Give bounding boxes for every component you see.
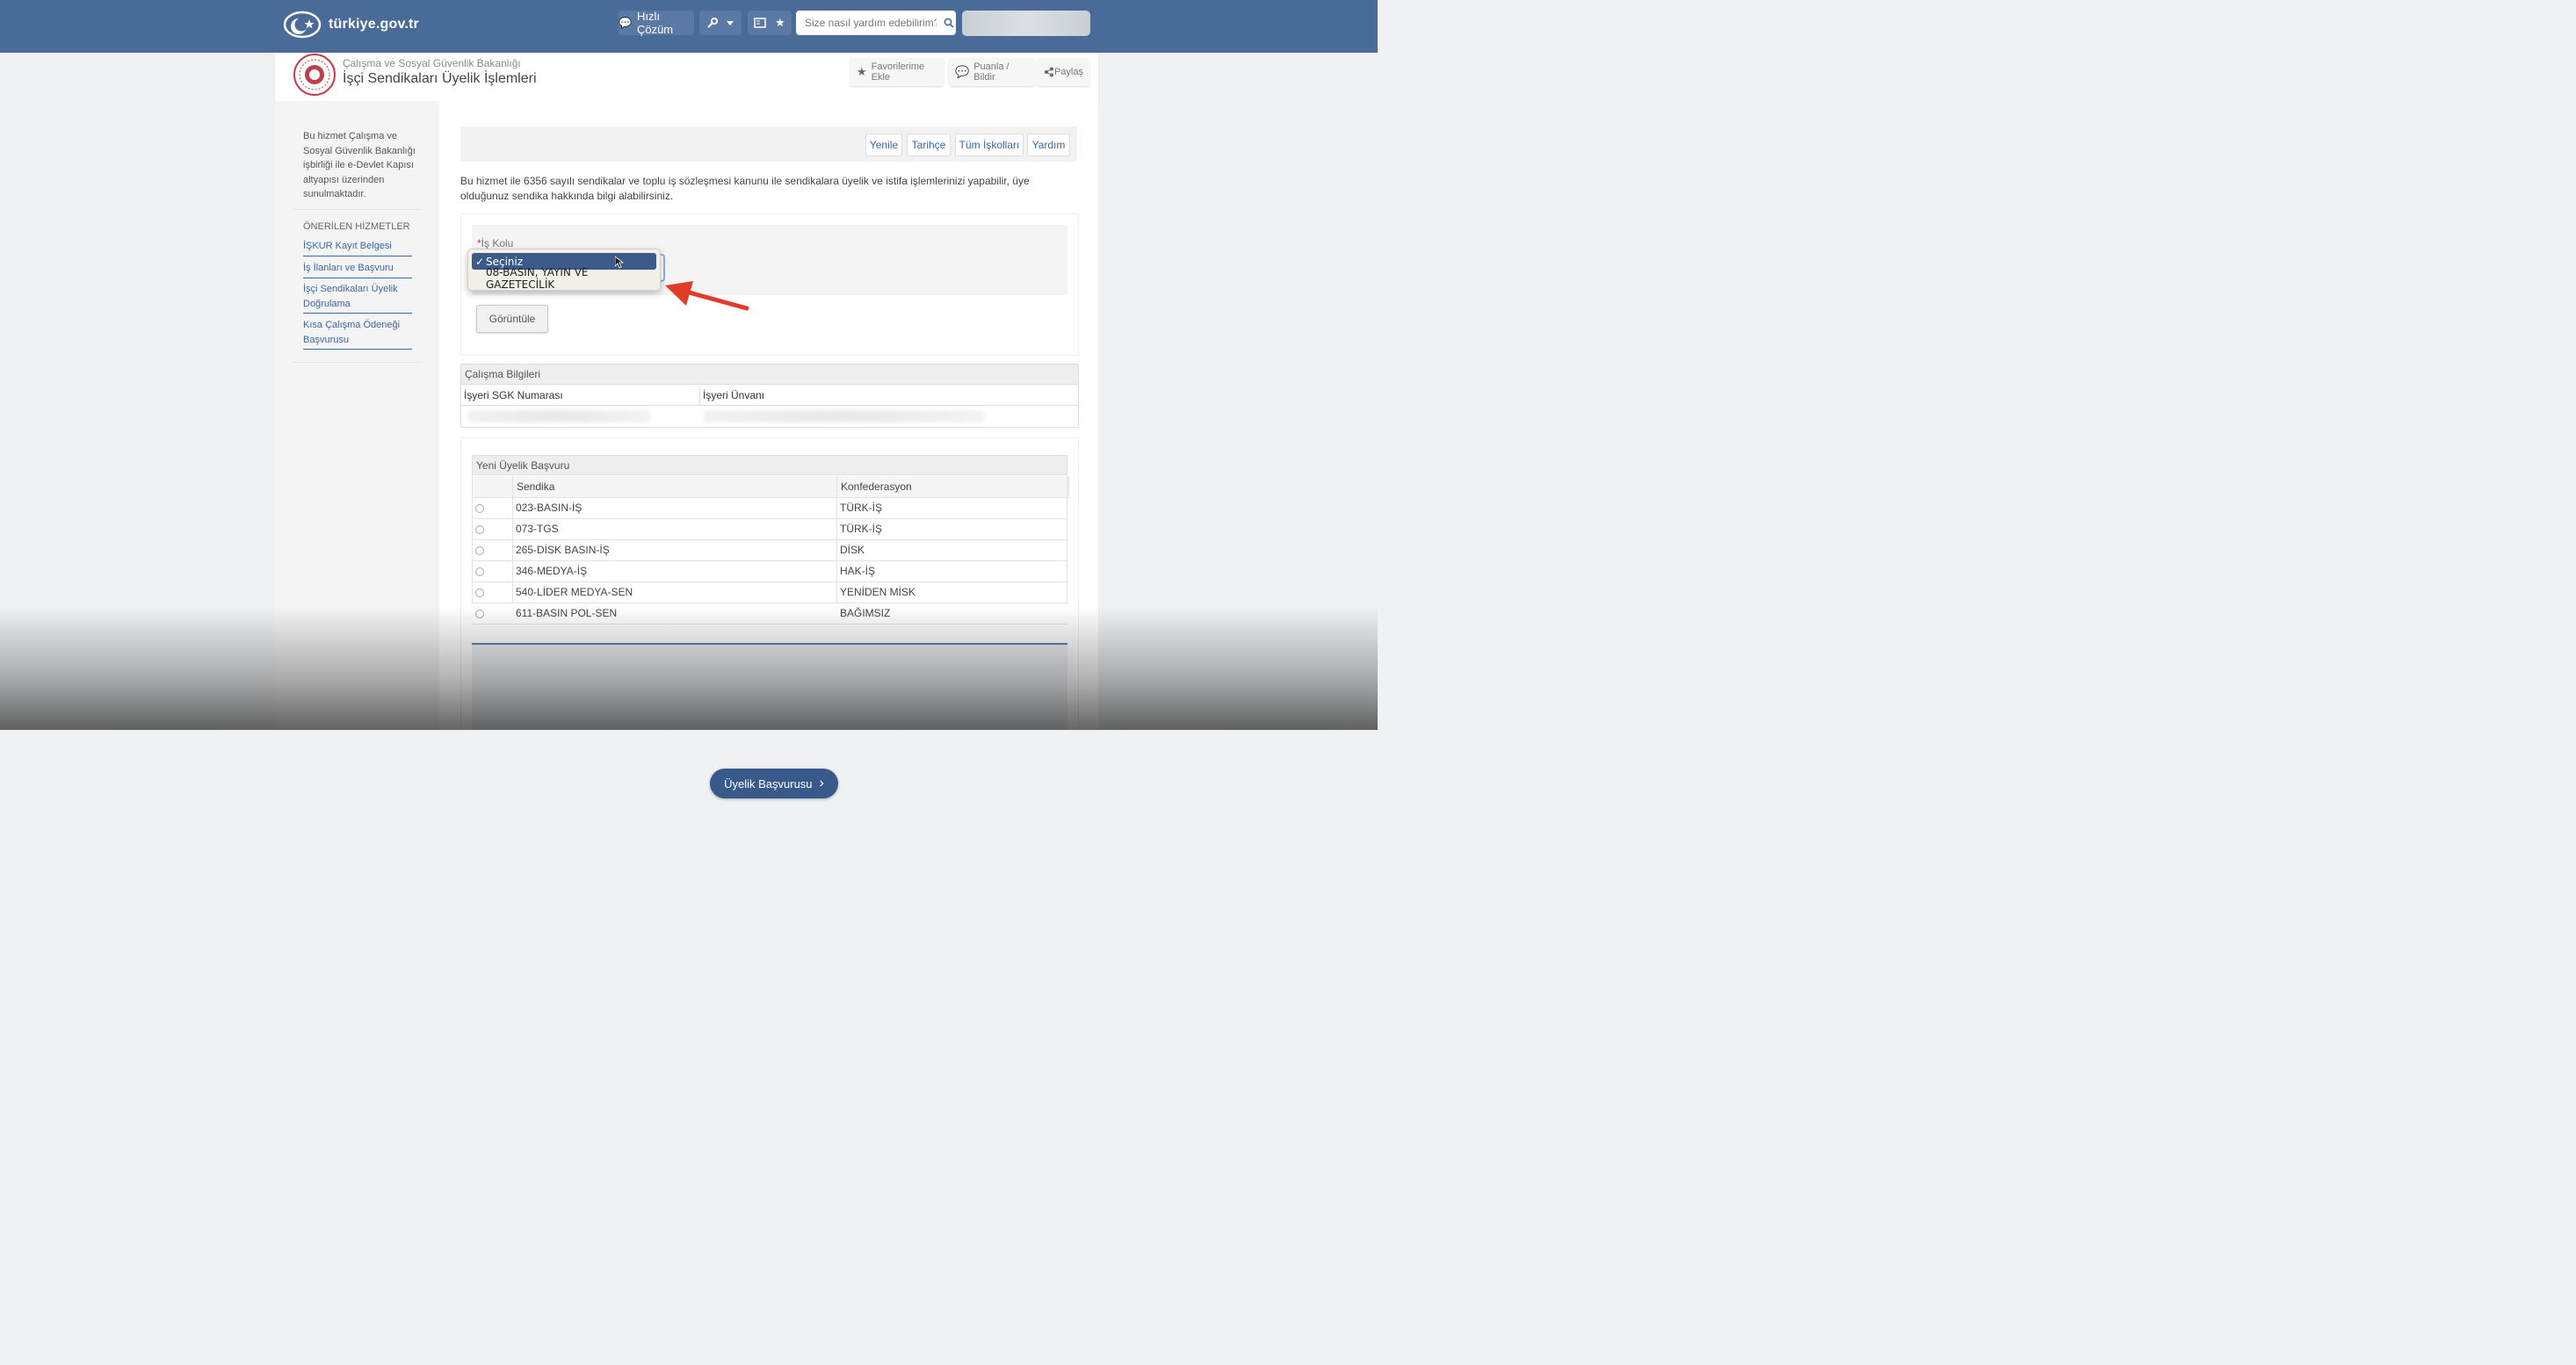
confederation-cell: TÜRK-İŞ bbox=[840, 502, 882, 514]
tools-dropdown-button[interactable] bbox=[699, 11, 742, 35]
sector-dropdown-list: ✓ Seçiniz 08-BASIN, YAYIN VE GAZETECİLİK bbox=[467, 249, 661, 291]
confederation-cell: TÜRK-İŞ bbox=[840, 523, 882, 535]
sidebar-link-job-listings[interactable]: İş İlanları ve Başvuru bbox=[303, 261, 412, 278]
table-row[interactable]: 265-DİSK BASIN-İŞ DİSK bbox=[472, 539, 1067, 561]
divider bbox=[293, 362, 422, 363]
confederation-cell: DİSK bbox=[840, 544, 865, 556]
ministry-seal-icon bbox=[293, 54, 336, 96]
accessibility-favorites-group: ★ bbox=[748, 11, 792, 35]
union-radio-button[interactable] bbox=[475, 504, 484, 513]
add-favorites-button[interactable]: ★ Favorilerime Ekle bbox=[850, 58, 944, 86]
search-input[interactable] bbox=[803, 16, 938, 30]
option-basin-yayin[interactable]: 08-BASIN, YAYIN VE GAZETECİLİK bbox=[472, 266, 656, 291]
service-header: Çalışma ve Sosyal Güvenlik Bakanlığı İşç… bbox=[275, 53, 1098, 101]
union-radio-button[interactable] bbox=[475, 546, 484, 555]
refresh-button[interactable]: Yenile bbox=[865, 134, 902, 156]
table-row[interactable]: 611-BASIN POL-SEN BAĞIMSIZ bbox=[472, 603, 1067, 625]
page-title: İşçi Sendikaları Üyelik İşlemleri bbox=[343, 71, 537, 86]
sector-label-text: İş Kolu bbox=[481, 237, 514, 249]
logo-crescent-icon bbox=[283, 11, 322, 39]
sidebar-link-short-work-allowance[interactable]: Kısa Çalışma Ödeneği Başvurusu bbox=[303, 318, 412, 350]
sidebar-link-union-verification[interactable]: İşçi Sendikaları Üyelik Doğrulama bbox=[303, 282, 412, 314]
blurred-sgk-number bbox=[467, 410, 651, 422]
recommended-services-title: ÖNERİLEN HİZMETLER bbox=[303, 221, 410, 232]
table-row[interactable]: 346-MEDYA-İŞ HAK-İŞ bbox=[472, 560, 1067, 582]
user-account-button[interactable] bbox=[962, 11, 1090, 36]
table-border bbox=[472, 476, 473, 603]
sidebar-link-iskur[interactable]: İŞKUR Kayıt Belgesi bbox=[303, 239, 412, 256]
table-row[interactable]: 540-LİDER MEDYA-SEN YENİDEN MİSK bbox=[472, 581, 1067, 603]
union-name-cell: 346-MEDYA-İŞ bbox=[516, 565, 588, 577]
confederation-column-header: Konfederasyon bbox=[841, 480, 912, 493]
table-border bbox=[512, 476, 513, 603]
sgk-number-header: İşyeri SGK Numarası bbox=[461, 386, 700, 406]
red-arrow-annotation-icon bbox=[665, 281, 749, 311]
new-membership-panel: Yeni Üyelik Başvuru Sendika Konfederasyo… bbox=[460, 437, 1079, 798]
share-icon bbox=[1044, 67, 1053, 77]
rate-report-button[interactable]: 💬 Puanla / Bildir bbox=[949, 58, 1035, 86]
union-radio-button[interactable] bbox=[475, 610, 484, 618]
logo-text: türkiye.gov.tr bbox=[329, 17, 419, 32]
table-row[interactable]: 023-BASIN-İŞ TÜRK-İŞ bbox=[472, 497, 1067, 519]
chevron-right-icon: › bbox=[819, 776, 824, 791]
union-name-cell: 023-BASIN-İŞ bbox=[516, 502, 582, 514]
intro-text: Bu hizmet ile 6356 sayılı sendikalar ve … bbox=[460, 175, 1030, 202]
quick-solution-label: Hızlı Çözüm bbox=[636, 10, 674, 36]
apply-membership-label: Üyelik Başvurusu bbox=[724, 776, 813, 791]
confederation-cell: YENİDEN MİSK bbox=[840, 586, 916, 598]
union-name-cell: 540-LİDER MEDYA-SEN bbox=[516, 586, 633, 598]
confederation-cell: BAĞIMSIZ bbox=[840, 607, 891, 619]
key-icon bbox=[707, 18, 718, 28]
rate-report-label: Puanla / Bildir bbox=[973, 61, 1009, 83]
sector-field-label: *İş Kolu bbox=[477, 237, 513, 249]
turkiye-gov-logo[interactable]: türkiye.gov.tr bbox=[283, 7, 419, 42]
union-name-cell: 611-BASIN POL-SEN bbox=[516, 607, 618, 619]
page-container: Çalışma ve Sosyal Güvenlik Bakanlığı İşç… bbox=[275, 53, 1098, 798]
sidebar: Bu hizmet Çalışma ve Sosyal Güvenlik Bak… bbox=[275, 101, 439, 730]
main-content: Yenile Tarihçe Tüm İşkolları Yardım Bu h… bbox=[439, 101, 1098, 798]
work-info-panel: Çalışma Bilgileri İşyeri SGK Numarası İş… bbox=[460, 364, 1079, 428]
union-radio-button[interactable] bbox=[475, 589, 484, 597]
share-button[interactable]: Paylaş bbox=[1038, 58, 1089, 86]
new-membership-title: Yeni Üyelik Başvuru bbox=[472, 455, 1067, 475]
top-navbar: türkiye.gov.tr 💬 Hızlı Çözüm ★ bbox=[0, 0, 1378, 53]
all-sectors-button[interactable]: Tüm İşkolları bbox=[955, 134, 1024, 156]
help-button[interactable]: Yardım bbox=[1027, 134, 1070, 156]
star-icon: ★ bbox=[857, 65, 867, 78]
union-radio-button[interactable] bbox=[475, 567, 484, 576]
id-card-icon[interactable] bbox=[754, 18, 766, 28]
star-icon[interactable]: ★ bbox=[775, 16, 785, 30]
add-favorites-label: Favorilerime Ekle bbox=[871, 61, 925, 83]
union-radio-button[interactable] bbox=[475, 525, 484, 534]
work-info-title: Çalışma Bilgileri bbox=[461, 365, 1078, 385]
union-name-cell: 265-DİSK BASIN-İŞ bbox=[516, 544, 610, 556]
service-info-text: Bu hizmet Çalışma ve Sosyal Güvenlik Bak… bbox=[303, 131, 416, 199]
table-border bbox=[836, 476, 837, 603]
action-toolbar: Yenile Tarihçe Tüm İşkolları Yardım bbox=[460, 126, 1077, 162]
search-box bbox=[796, 11, 956, 35]
divider bbox=[293, 209, 422, 210]
mouse-cursor-icon bbox=[615, 256, 624, 269]
caret-down-icon bbox=[727, 21, 734, 25]
union-name-cell: 073-TGS bbox=[516, 523, 559, 535]
check-icon: ✓ bbox=[475, 255, 485, 268]
search-icon[interactable] bbox=[944, 18, 954, 28]
comment-icon: 💬 bbox=[955, 65, 970, 78]
share-label: Paylaş bbox=[1053, 67, 1083, 77]
chat-icon: 💬 bbox=[619, 17, 632, 29]
union-column-header: Sendika bbox=[517, 480, 555, 493]
confederation-cell: HAK-İŞ bbox=[840, 565, 876, 577]
ministry-name: Çalışma ve Sosyal Güvenlik Bakanlığı bbox=[343, 57, 521, 69]
blurred-employer-title bbox=[704, 410, 985, 422]
quick-solution-button[interactable]: 💬 Hızlı Çözüm bbox=[619, 10, 694, 36]
employer-title-header: İşyeri Ünvanı bbox=[700, 386, 1078, 406]
apply-membership-button[interactable]: Üyelik Başvurusu › bbox=[710, 769, 838, 798]
view-button[interactable]: Görüntüle bbox=[476, 305, 548, 333]
apply-section bbox=[472, 643, 1067, 733]
history-button[interactable]: Tarihçe bbox=[907, 134, 951, 156]
table-header-row: Sendika Konfederasyon bbox=[472, 476, 1069, 498]
table-row[interactable]: 073-TGS TÜRK-İŞ bbox=[472, 518, 1067, 540]
